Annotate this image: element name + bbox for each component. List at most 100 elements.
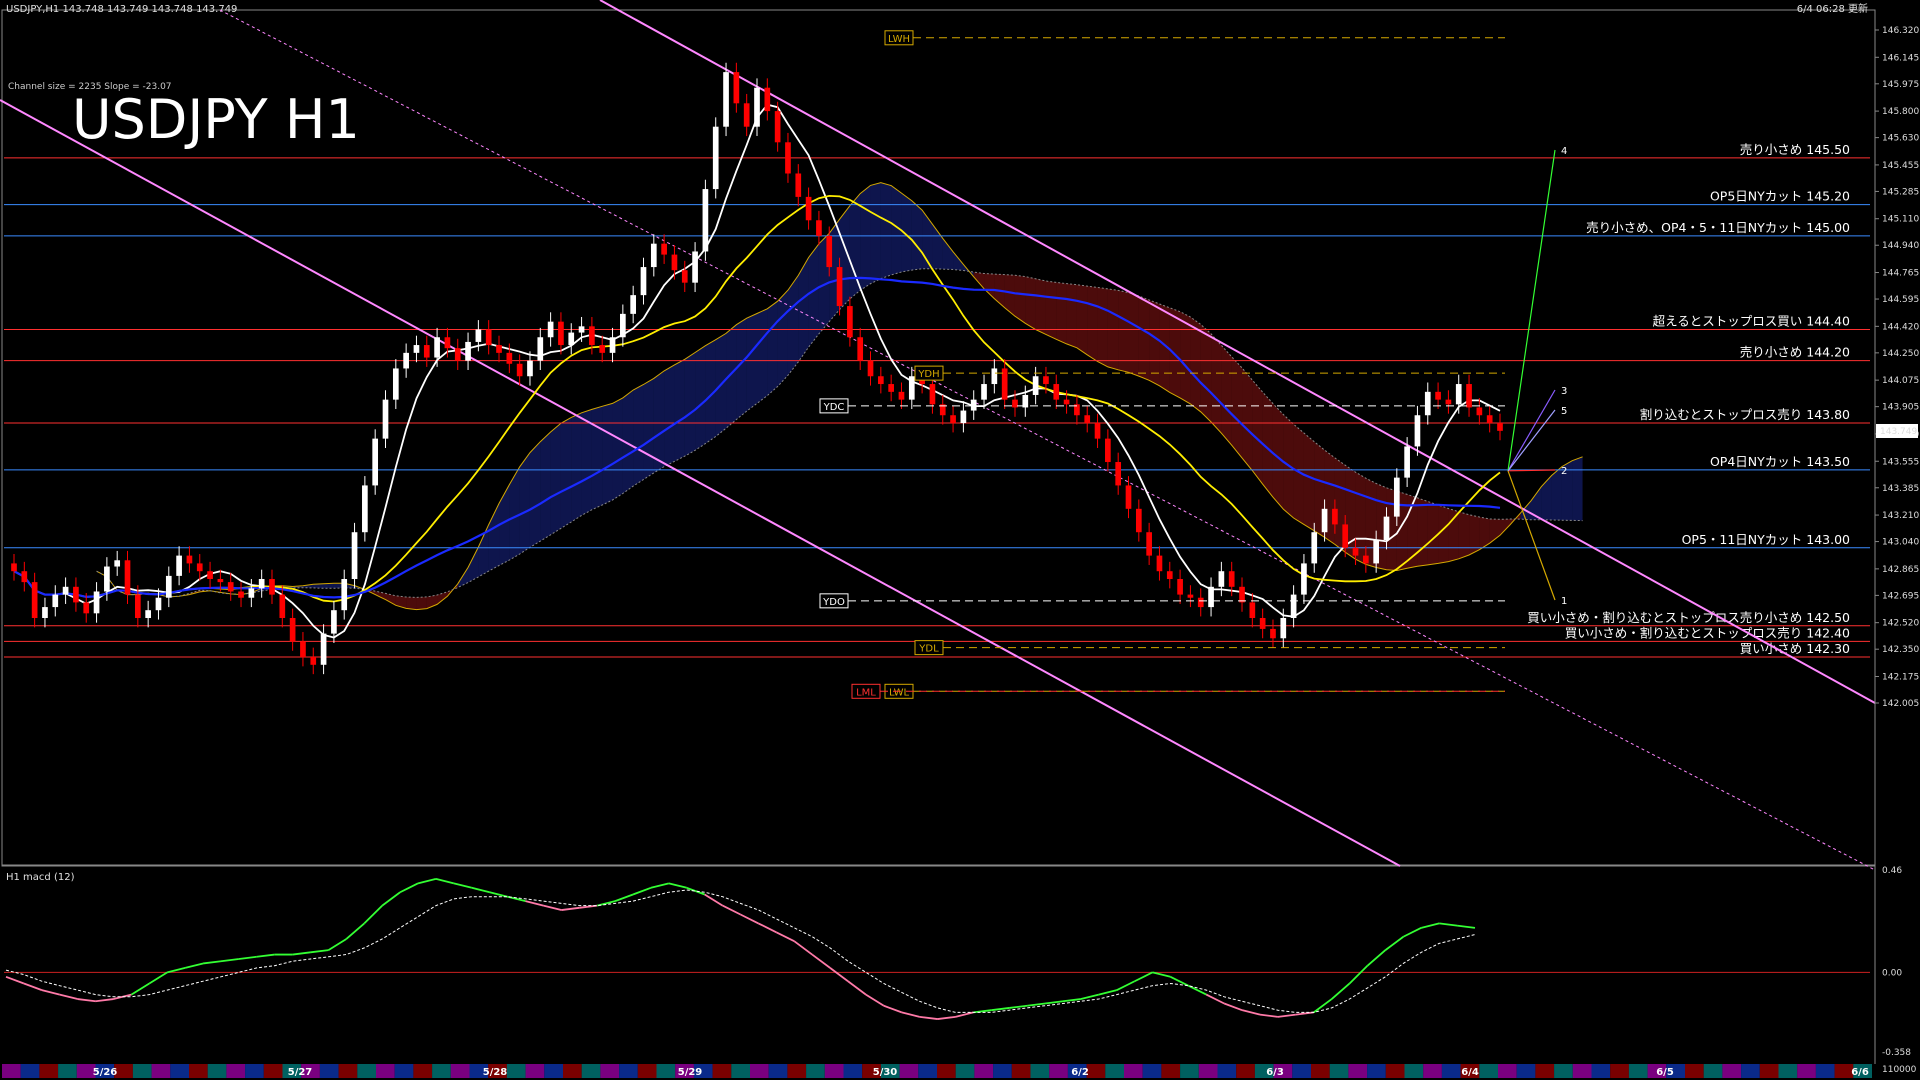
date-strip-cell [974,1064,994,1078]
date-strip-cell [656,1064,676,1078]
candle-body [888,384,894,392]
date-strip-cell [39,1064,59,1078]
date-strip-cell [750,1064,769,1078]
candle-body [1218,571,1225,587]
cloud-segment [664,364,675,467]
candle-body [516,363,523,377]
candle [351,522,358,589]
candle-body [599,345,606,353]
candle-body [196,563,203,572]
date-strip-cell [170,1064,189,1078]
candle-body [1342,524,1349,548]
candle-body [114,560,121,567]
cloud-segment [1458,511,1470,559]
cloud-segment [581,409,592,516]
date-strip-cell [1815,1064,1835,1078]
date-strip-cell [1385,1064,1405,1078]
date-strip-cell [207,1064,227,1078]
candle-body [1094,423,1101,439]
date-strip-cell [338,1064,358,1078]
marker-label: YDL [918,644,939,655]
date-strip-cell [824,1064,844,1078]
date-strip-cell [1236,1064,1255,1078]
candle-body [578,326,585,333]
date-strip-cell [787,1064,807,1078]
date-label: 5/27 [288,1067,313,1078]
date-strip-cell [1741,1064,1760,1078]
price-tick-label: 142.520 [1882,619,1919,629]
candle-body [21,571,28,583]
cloud-segment [1045,280,1057,340]
cloud-segment [746,313,757,412]
date-strip-cell [450,1064,470,1078]
date-strip-cell [1628,1064,1648,1078]
date-strip-cell [1591,1064,1611,1078]
candle-body [929,384,936,405]
candle-body [1414,415,1421,447]
date-strip-cell [1030,1064,1050,1078]
macd-bottom-value: 110000 [1882,1065,1917,1075]
candle-body [816,220,822,236]
date-strip-cell [993,1064,1012,1078]
candle-body [165,575,172,598]
level-label: 売り小さめ 145.50 [1740,142,1850,157]
date-bar: 5/26 5/27 5/28 5/29 5/30 6/2 6/3 6/4 6/5 6/6 [2,1064,1872,1078]
cloud-segment [519,452,530,555]
date-label: 5/26 [93,1067,118,1078]
cloud-segment [1128,292,1139,377]
candle-body [31,582,38,618]
candle-body [217,579,224,583]
date-strip-cell [376,1064,395,1078]
candle-body [1156,555,1163,572]
price-tick-label: 142.175 [1882,672,1919,682]
price-tick-label: 143.040 [1882,538,1919,548]
cloud-segment [880,182,892,279]
cloud-segment [1469,514,1480,556]
candle-body [558,321,564,346]
cloud-segment [1066,283,1077,348]
date-strip-cell [1516,1064,1536,1078]
candle-body [413,345,420,353]
date-strip-cell [1572,1064,1592,1078]
price-tick-label: 143.905 [1882,403,1919,413]
cloud-segment [1014,275,1026,324]
candle-body [176,555,182,576]
candle-body [52,594,59,608]
date-label: 6/4 [1461,1067,1479,1078]
symbol-info: USDJPY,H1 143.748 143.749 143.748 143.74… [6,4,237,15]
candle-body [485,329,492,346]
date-strip-cell [132,1064,152,1078]
date-strip-cell [245,1064,264,1078]
candle-body [1043,376,1049,385]
date-strip-cell [1498,1064,1517,1078]
candle-body [609,337,616,353]
candle-body [1424,391,1431,416]
price-tick-label: 144.765 [1882,269,1919,279]
candle-body [475,329,482,342]
price-tick-label: 143.210 [1882,511,1919,521]
cloud-segment [1572,456,1583,521]
price-tick-label: 145.455 [1882,161,1919,171]
level-label: 売り小さめ 144.20 [1740,345,1850,360]
marker-label: YDH [917,369,939,380]
cloud-segment [550,423,561,535]
candle-body [248,588,255,598]
candle-body [1332,508,1338,525]
candle-body [547,321,554,338]
cloud-segment [1169,307,1181,398]
cloud-segment [1025,276,1036,330]
date-strip-cell [1423,1064,1442,1078]
candle-body [640,267,647,296]
candle-body [320,633,327,665]
date-strip-cell [2,1064,21,1078]
candle-body [1363,555,1369,564]
price-tick-label: 144.595 [1882,295,1919,305]
date-strip-cell [1554,1064,1573,1078]
date-strip-cell [1797,1064,1816,1078]
candle-body [454,348,461,361]
candle-body [145,610,151,618]
candle-body [1063,399,1070,405]
candle-body [207,571,213,580]
candle-body [537,337,544,361]
date-strip-cell [1778,1064,1798,1078]
